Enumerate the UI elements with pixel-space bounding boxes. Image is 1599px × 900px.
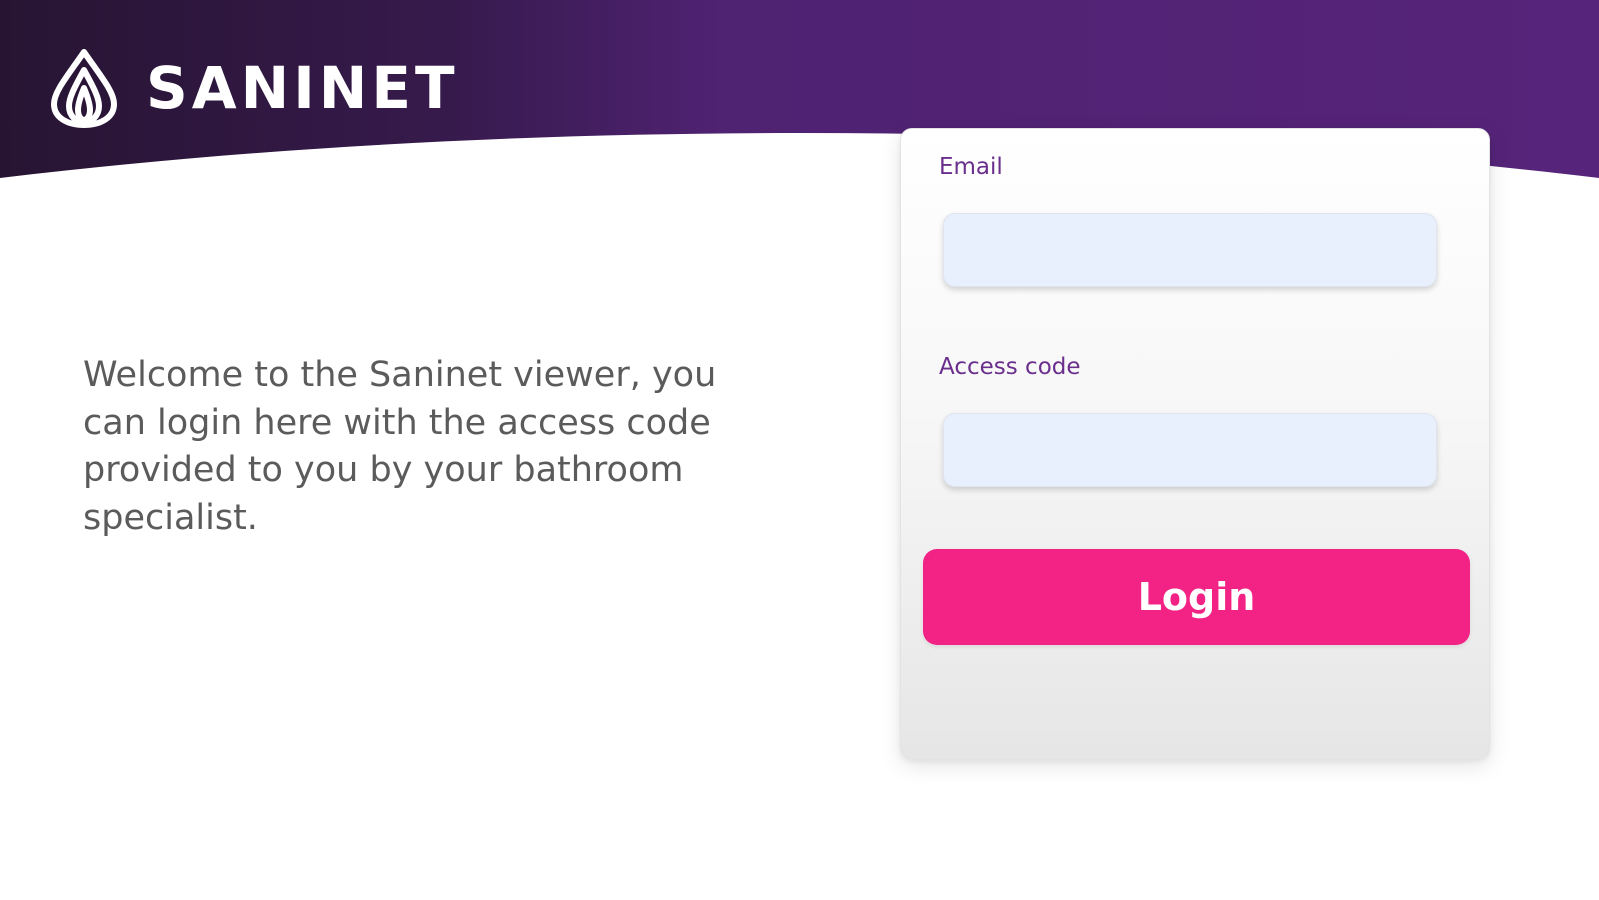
access-code-field[interactable] <box>943 413 1437 487</box>
email-label: Email <box>939 154 1003 180</box>
login-page: SANINET Welcome to the Saninet viewer, y… <box>0 0 1599 900</box>
saninet-logo[interactable]: SANINET <box>50 48 459 128</box>
drop-icon <box>51 49 117 128</box>
welcome-message: Welcome to the Saninet viewer, you can l… <box>83 355 717 538</box>
access-code-label: Access code <box>939 354 1081 380</box>
login-card: Email Access code Login <box>900 128 1490 760</box>
email-field[interactable] <box>943 213 1437 287</box>
brand-name: SANINET <box>146 54 459 122</box>
login-button[interactable]: Login <box>923 549 1470 645</box>
